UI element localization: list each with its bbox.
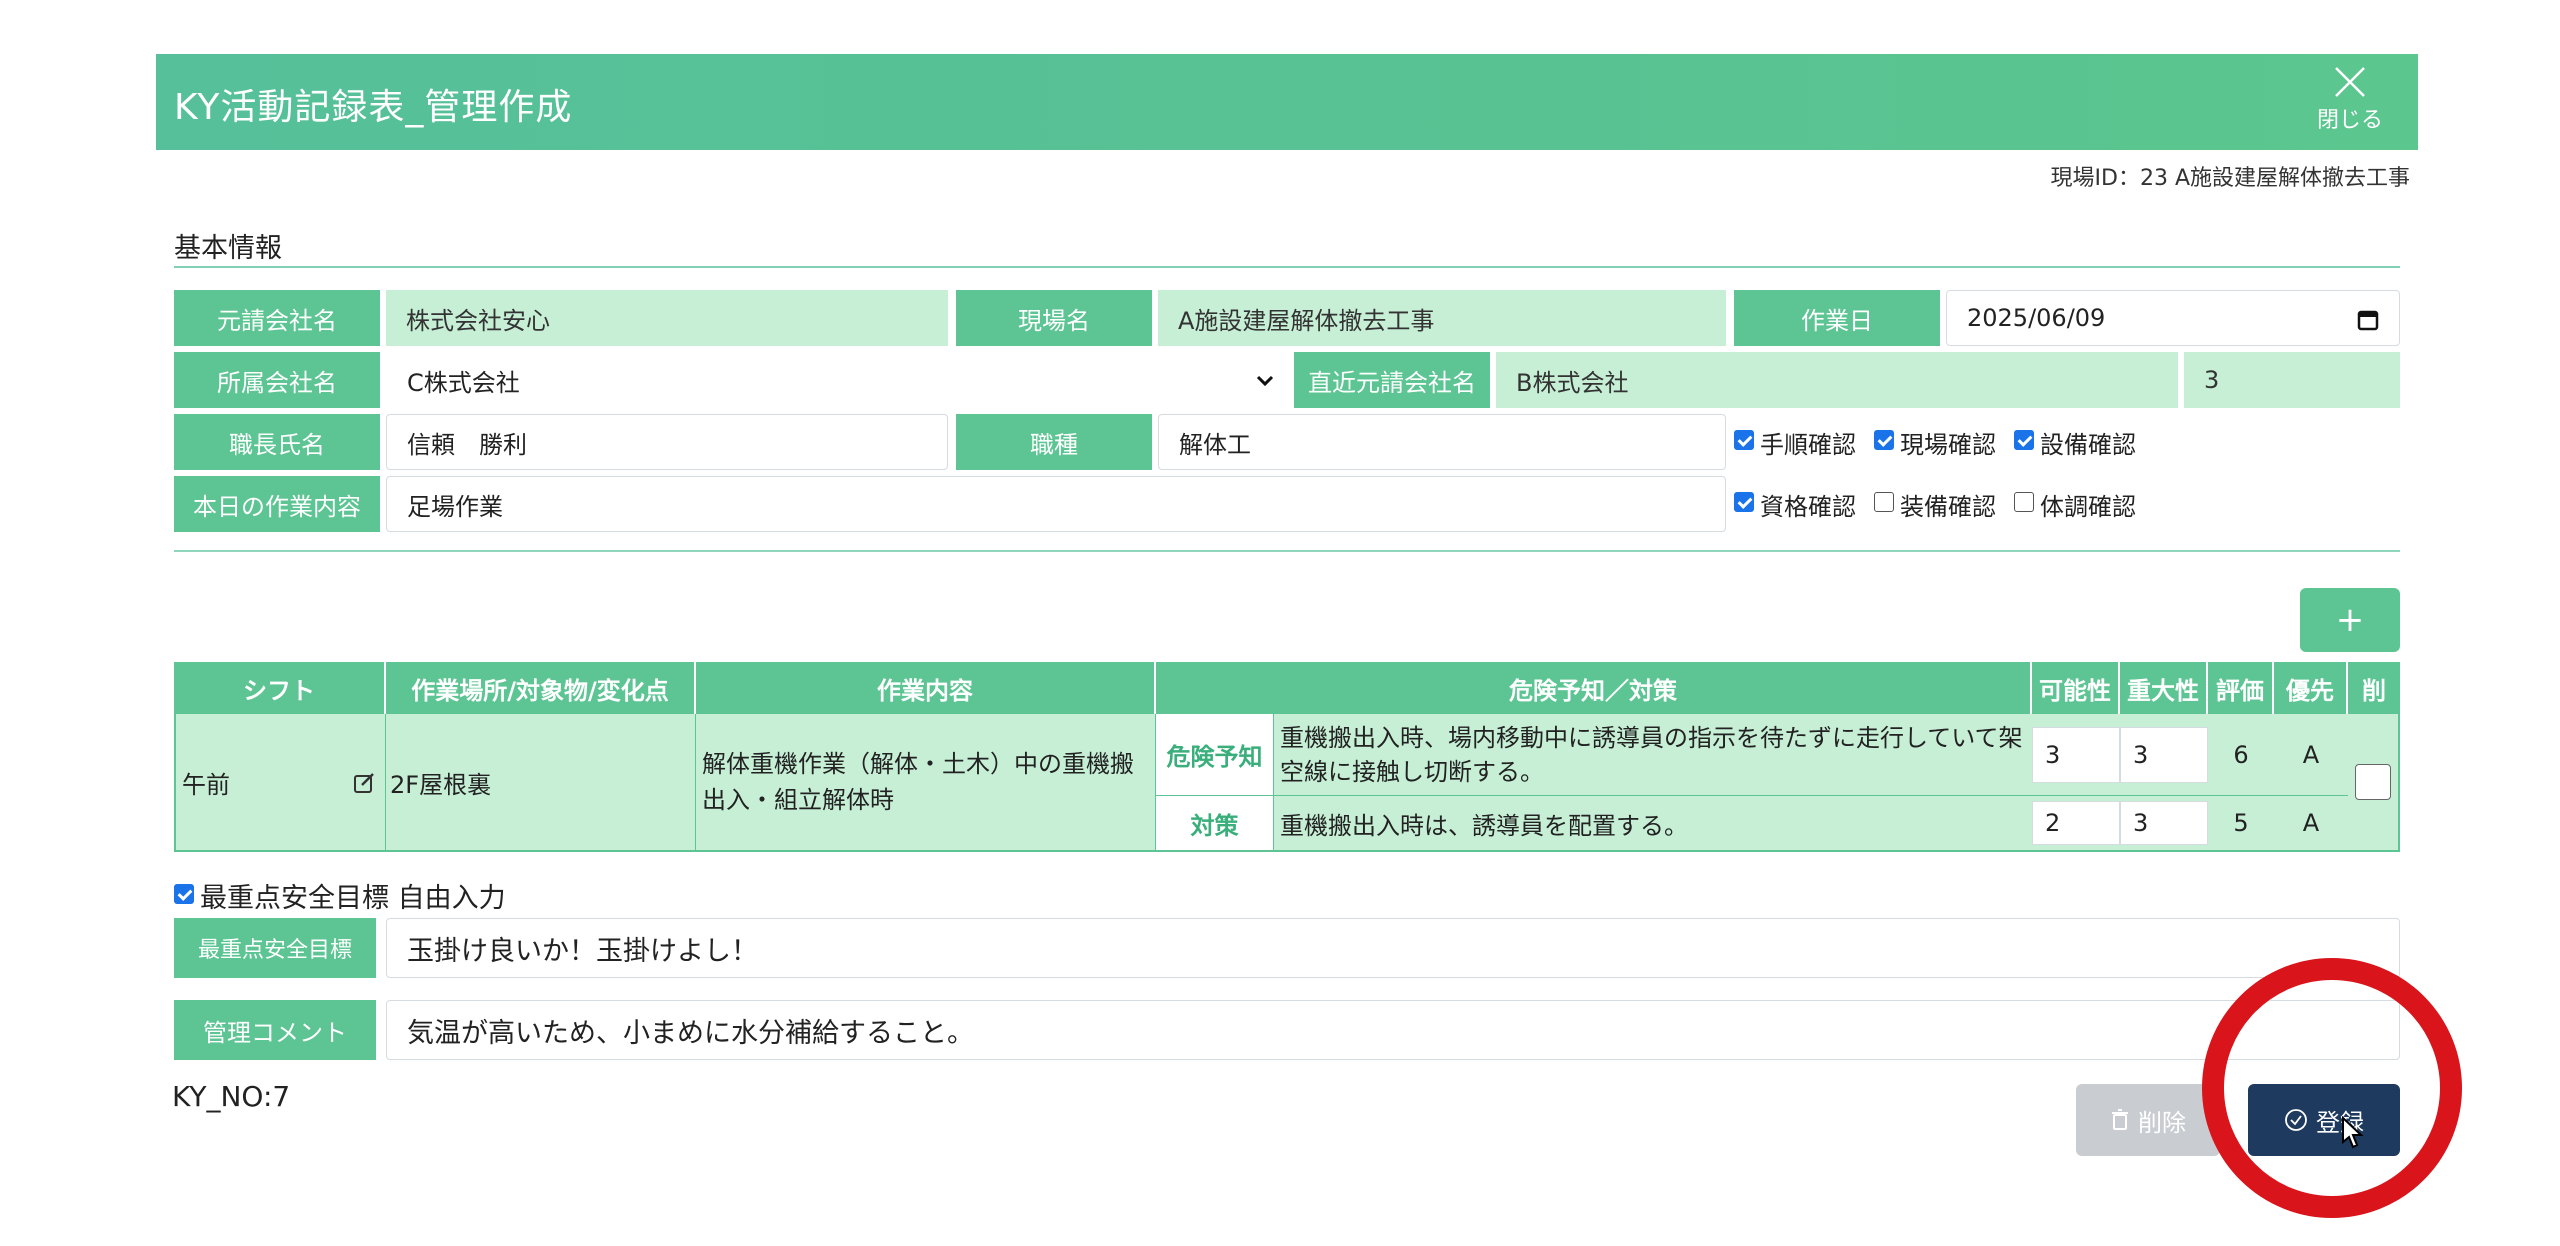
section-title-basic-info: 基本情報 (174, 233, 282, 264)
check-label: 装備確認 (1900, 492, 1996, 521)
direct-prime-label: 直近元請会社名 (1294, 352, 1490, 408)
checkbox-icon (2014, 492, 2034, 512)
hazard-priority: A (2274, 714, 2348, 796)
work-date-label: 作業日 (1734, 290, 1940, 346)
prime-contractor-label: 元請会社名 (174, 290, 380, 346)
check-gear[interactable]: 装備確認 (1874, 487, 1996, 522)
check-label: 手順確認 (1760, 430, 1856, 459)
th-severity: 重大性 (2120, 662, 2208, 714)
todays-work-input[interactable]: 足場作業 (386, 476, 1726, 532)
site-id-text: 現場ID：23 A施設建屋解体撤去工事 (2050, 166, 2410, 191)
measure-priority: A (2274, 796, 2348, 852)
th-place: 作業場所/対象物/変化点 (386, 662, 696, 714)
foreman-label: 職長氏名 (174, 414, 380, 470)
checkbox-icon (174, 883, 194, 904)
cell-content: 解体重機作業（解体・土木）中の重機搬出入・組立解体時 (696, 714, 1156, 852)
th-hazard: 危険予知／対策 (1156, 662, 2032, 714)
affiliated-company-label: 所属会社名 (174, 352, 380, 408)
calendar-icon[interactable] (2357, 309, 2379, 331)
affiliated-company-value: C株式会社 (407, 368, 520, 397)
measure-possibility-input[interactable]: 2 (2032, 801, 2120, 845)
section-divider (174, 550, 2400, 552)
check-health[interactable]: 体調確認 (2014, 487, 2136, 522)
modal-title: KY活動記録表_管理作成 (174, 87, 573, 128)
ky-number: KY_NO:7 (172, 1080, 291, 1113)
foreman-input[interactable]: 信頼 勝利 (386, 414, 948, 470)
site-name-label: 現場名 (956, 290, 1152, 346)
direct-prime-number: 3 (2184, 352, 2400, 408)
measure-text: 重機搬出入時は、誘導員を配置する。 (1274, 796, 2032, 852)
measure-evaluation: 5 (2208, 796, 2274, 852)
work-date-input[interactable]: 2025/06/09 (1946, 290, 2400, 346)
cell-place: 2F屋根裏 (386, 714, 696, 852)
measure-severity-cell: 3 (2120, 796, 2208, 852)
free-input-label: 最重点安全目標 自由入力 (200, 883, 506, 914)
check-equipment[interactable]: 設備確認 (2014, 425, 2136, 460)
safety-goal-label: 最重点安全目標 (174, 918, 376, 978)
hazard-severity-input[interactable]: 3 (2120, 726, 2208, 783)
shift-value: 午前 (182, 770, 230, 799)
check-label: 体調確認 (2040, 492, 2136, 521)
th-evaluation: 評価 (2208, 662, 2274, 714)
check-group-1: 手順確認 現場確認 設備確認 (1734, 424, 2136, 460)
check-label: 現場確認 (1900, 430, 1996, 459)
free-input-toggle[interactable]: 最重点安全目標 自由入力 (174, 876, 506, 915)
measure-label: 対策 (1156, 796, 1274, 852)
row-delete-checkbox[interactable] (2355, 764, 2391, 800)
th-delete: 削 (2348, 662, 2400, 714)
checkbox-icon (1874, 492, 1894, 512)
cell-shift: 午前 (174, 714, 386, 852)
checkbox-icon (1734, 430, 1754, 450)
prime-contractor-field: 株式会社安心 (386, 290, 948, 346)
checkbox-icon (1874, 430, 1894, 450)
management-comment-label: 管理コメント (174, 1000, 376, 1060)
th-shift: シフト (174, 662, 386, 714)
add-row-button[interactable]: + (2300, 588, 2400, 652)
hazard-evaluation: 6 (2208, 714, 2274, 796)
close-label: 閉じる (2316, 108, 2383, 133)
check-label: 資格確認 (1760, 492, 1856, 521)
hazard-label: 危険予知 (1156, 714, 1274, 796)
delete-button[interactable]: 削除 (2076, 1084, 2220, 1156)
highlight-circle (2202, 958, 2462, 1218)
affiliated-company-select[interactable]: C株式会社 (386, 352, 1286, 408)
hazard-possibility-cell: 3 (2032, 714, 2120, 796)
th-priority: 優先 (2274, 662, 2348, 714)
th-possibility: 可能性 (2032, 662, 2120, 714)
hazard-severity-cell: 3 (2120, 714, 2208, 796)
safety-goal-input[interactable]: 玉掛け良いか！玉掛けよし！ (386, 918, 2400, 978)
checkbox-icon (2014, 430, 2034, 450)
checkbox-icon (1734, 492, 1754, 512)
measure-severity-input[interactable]: 3 (2120, 801, 2208, 845)
close-button[interactable]: 閉じる (2300, 64, 2400, 144)
management-comment-input[interactable]: 気温が高いため、小まめに水分補給すること。 (386, 1000, 2400, 1060)
check-group-2: 資格確認 装備確認 体調確認 (1734, 486, 2136, 522)
check-procedure[interactable]: 手順確認 (1734, 425, 1856, 460)
chevron-down-icon (1256, 375, 1274, 387)
work-date-value: 2025/06/09 (1967, 304, 2106, 332)
hazard-text: 重機搬出入時、場内移動中に誘導員の指示を待たずに走行していて架空線に接触し切断す… (1274, 714, 2032, 796)
check-qualification[interactable]: 資格確認 (1734, 487, 1856, 522)
check-site[interactable]: 現場確認 (1874, 425, 1996, 460)
edit-icon[interactable] (353, 772, 375, 794)
measure-possibility-cell: 2 (2032, 796, 2120, 852)
hazard-possibility-input[interactable]: 3 (2032, 726, 2120, 783)
todays-work-label: 本日の作業内容 (174, 476, 380, 532)
close-icon (2335, 67, 2365, 97)
th-content: 作業内容 (696, 662, 1156, 714)
cell-delete (2348, 714, 2400, 852)
site-name-field: A施設建屋解体撤去工事 (1158, 290, 1726, 346)
direct-prime-field: B株式会社 (1496, 352, 2178, 408)
trade-input[interactable]: 解体工 (1158, 414, 1726, 470)
trash-icon (2112, 1109, 2128, 1130)
check-label: 設備確認 (2040, 430, 2136, 459)
delete-label: 削除 (2138, 1108, 2186, 1137)
section-divider (174, 266, 2400, 268)
trade-label: 職種 (956, 414, 1152, 470)
